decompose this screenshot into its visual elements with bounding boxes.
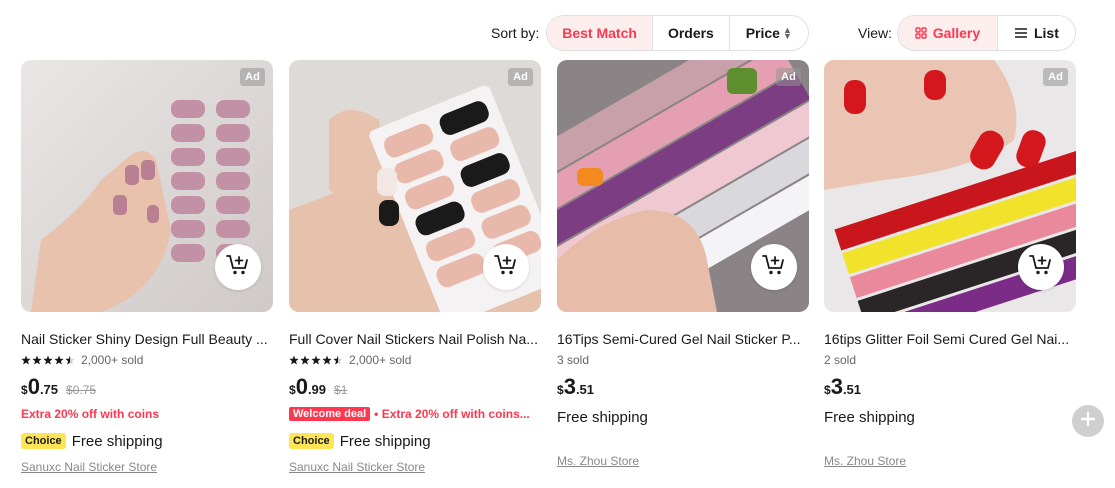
add-to-cart-icon — [226, 254, 250, 281]
star-icon — [333, 355, 343, 364]
gallery-icon — [914, 27, 927, 39]
ad-badge: Ad — [776, 68, 801, 86]
list-icon — [1014, 27, 1028, 39]
plus-icon — [1080, 411, 1096, 432]
shipping-row: Free shipping — [557, 408, 809, 426]
star-icon — [54, 355, 64, 364]
sort-arrows-icon: ▲ ▼ — [782, 25, 792, 41]
results-toolbar: Sort by: Best Match Orders Price ▲ ▼ View… — [0, 15, 1115, 51]
add-to-cart-icon — [494, 254, 518, 281]
shipping-text: Free shipping — [824, 408, 915, 426]
sort-options: Best Match Orders Price ▲ ▼ — [546, 15, 809, 51]
product-title[interactable]: Full Cover Nail Stickers Nail Polish Na.… — [289, 330, 541, 348]
product-image[interactable]: Ad — [289, 60, 541, 312]
star-icon — [289, 355, 299, 364]
choice-badge: Choice — [289, 433, 334, 449]
price: $ 0 .75 $0.75 — [21, 374, 97, 399]
sort-best-match-button[interactable]: Best Match — [547, 16, 654, 50]
choice-badge: Choice — [21, 433, 66, 449]
sold-count: 2 sold — [824, 353, 857, 367]
star-icon — [65, 355, 75, 364]
add-to-cart-button[interactable] — [483, 244, 529, 290]
price: $ 0 .99 $1 — [289, 374, 348, 399]
sold-count: 2,000+ sold — [81, 353, 144, 367]
view-gallery-button[interactable]: Gallery — [898, 16, 998, 50]
ad-badge: Ad — [240, 68, 265, 86]
product-title[interactable]: 16tips Glitter Foil Semi Cured Gel Nai..… — [824, 330, 1076, 348]
store-link[interactable]: Sanuxc Nail Sticker Store — [21, 460, 273, 474]
rating-row: 2 sold — [824, 352, 1076, 368]
add-to-cart-icon — [762, 254, 786, 281]
star-rating — [21, 355, 75, 366]
star-icon — [311, 355, 321, 364]
sort-label: Sort by: — [491, 25, 540, 41]
add-to-cart-icon — [1029, 254, 1053, 281]
store-link[interactable]: Sanuxc Nail Sticker Store — [289, 460, 541, 474]
add-button[interactable] — [1072, 405, 1104, 437]
promo-text: Extra 20% off with coins — [21, 407, 160, 421]
star-rating-icons — [289, 355, 343, 364]
star-rating — [289, 355, 343, 366]
welcome-deal-badge: Welcome deal — [289, 407, 371, 421]
original-price: $1 — [334, 383, 348, 397]
star-rating-icons — [21, 355, 75, 364]
price: $ 3 .51 — [557, 374, 595, 399]
promo-text: Welcome deal • Extra 20% off with coins.… — [289, 406, 541, 422]
star-icon — [43, 355, 53, 364]
view-list-button[interactable]: List — [998, 16, 1075, 50]
rating-row: 2,000+ sold — [21, 352, 273, 368]
ad-badge: Ad — [508, 68, 533, 86]
product-card[interactable]: Ad 16tips Glitter Foil Semi Cured Gel Na… — [824, 60, 1076, 468]
store-link[interactable]: Ms. Zhou Store — [824, 454, 1076, 468]
product-title[interactable]: 16Tips Semi-Cured Gel Nail Sticker P... — [557, 330, 809, 348]
star-icon — [21, 355, 31, 364]
product-card[interactable]: Ad 16Tips Semi-Cured Gel Nail Sticker P.… — [557, 60, 809, 468]
add-to-cart-button[interactable] — [751, 244, 797, 290]
product-title[interactable]: Nail Sticker Shiny Design Full Beauty ..… — [21, 330, 273, 348]
sold-count: 2,000+ sold — [349, 353, 412, 367]
add-to-cart-button[interactable] — [215, 244, 261, 290]
view-options: Gallery List — [897, 15, 1076, 51]
view-label: View: — [858, 25, 892, 41]
rating-row: 3 sold — [557, 352, 809, 368]
star-icon — [300, 355, 310, 364]
ad-badge: Ad — [1043, 68, 1068, 86]
add-to-cart-button[interactable] — [1018, 244, 1064, 290]
shipping-text: Free shipping — [557, 408, 648, 426]
shipping-row: Choice Free shipping — [21, 432, 273, 450]
product-image[interactable]: Ad — [21, 60, 273, 312]
original-price: $0.75 — [66, 383, 97, 397]
product-image[interactable]: Ad — [557, 60, 809, 312]
star-icon — [322, 355, 332, 364]
rating-row: 2,000+ sold — [289, 352, 541, 368]
shipping-text: Free shipping — [71, 432, 163, 450]
product-image[interactable]: Ad — [824, 60, 1076, 312]
sort-price-button[interactable]: Price ▲ ▼ — [730, 16, 808, 50]
shipping-row: Choice Free shipping — [289, 432, 541, 450]
product-card[interactable]: Ad Nail Sticker Shiny Design Full Beauty… — [21, 60, 273, 474]
shipping-text: Free shipping — [339, 432, 431, 450]
store-link[interactable]: Ms. Zhou Store — [557, 454, 809, 468]
sold-count: 3 sold — [557, 353, 590, 367]
shipping-row: Free shipping — [824, 408, 1076, 426]
product-card[interactable]: Ad Full Cover Nail Stickers Nail Polish … — [289, 60, 541, 474]
star-icon — [32, 355, 42, 364]
sort-orders-button[interactable]: Orders — [653, 16, 730, 50]
price: $ 3 .51 — [824, 374, 862, 399]
